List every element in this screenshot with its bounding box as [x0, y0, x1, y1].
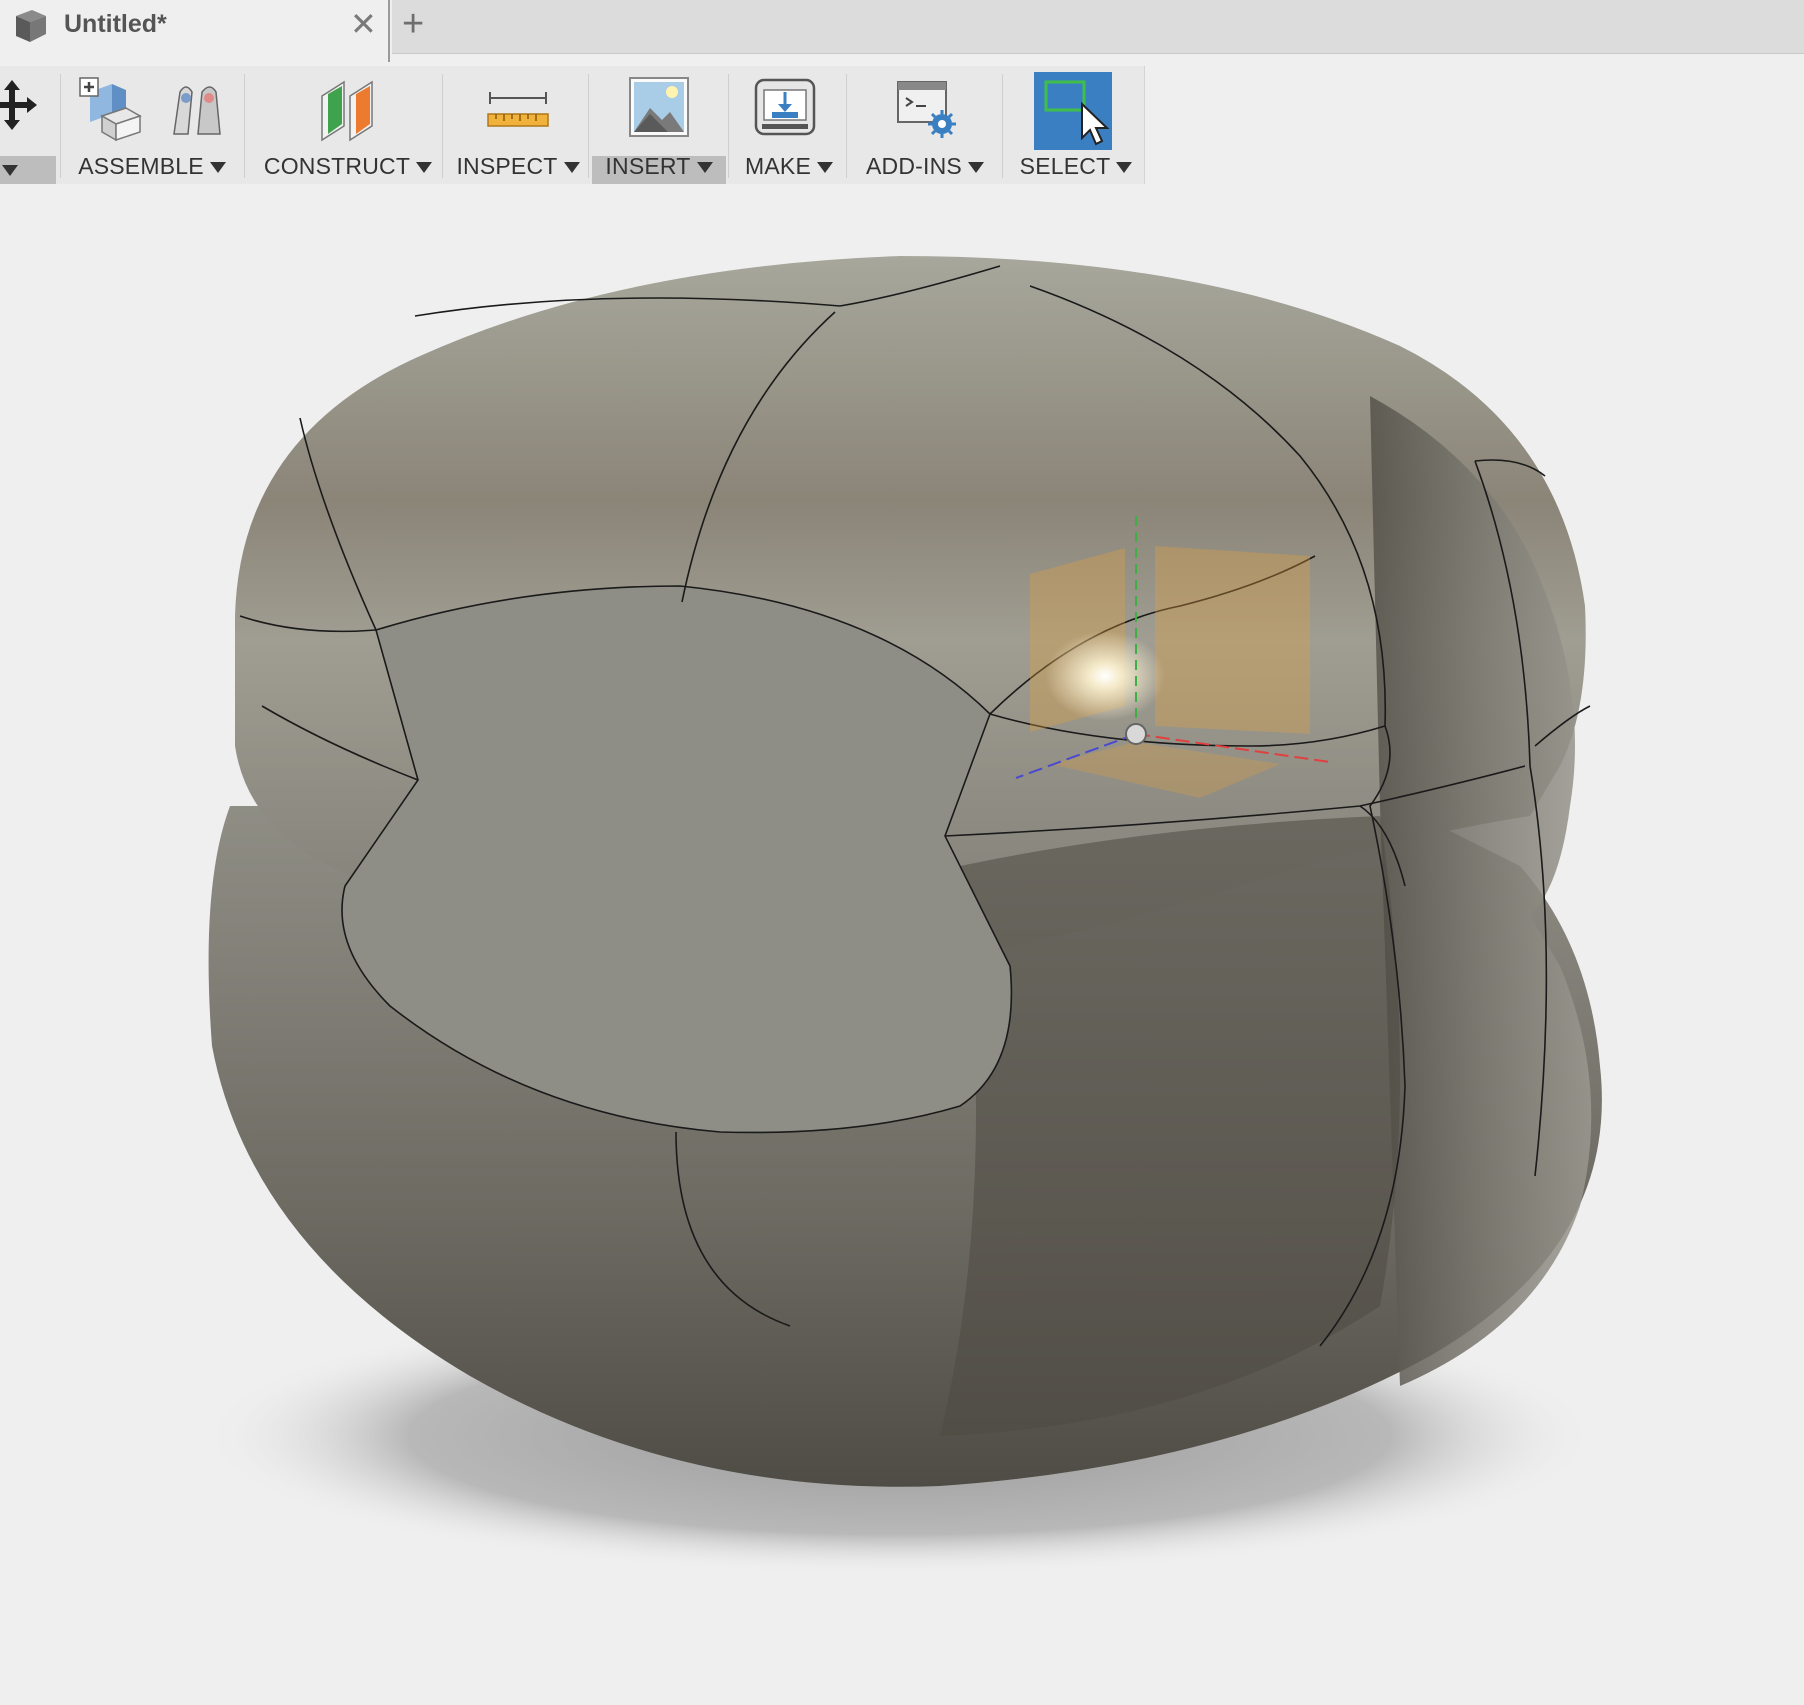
- document-title: Untitled*: [64, 10, 167, 38]
- canvas-viewport[interactable]: [0, 186, 1804, 1700]
- gizmo-plane-xy[interactable]: [1155, 546, 1310, 734]
- select-window-icon: [1034, 72, 1112, 150]
- divider: [846, 74, 847, 178]
- construct-plane-icon: [314, 76, 382, 147]
- toolbar-group-insert[interactable]: INSERT: [592, 66, 726, 184]
- tab-bar: Untitled* ✕ +: [0, 0, 1804, 62]
- model-render: [200, 256, 1602, 1576]
- move-dropdown-arrow-icon[interactable]: [2, 165, 18, 176]
- toolbar-group-select[interactable]: SELECT: [1012, 66, 1140, 184]
- group-label-inspect: INSPECT: [448, 153, 588, 180]
- new-tab-button[interactable]: +: [402, 2, 424, 46]
- divider: [588, 74, 589, 178]
- specular-highlight: [1045, 631, 1165, 721]
- group-label-assemble: ASSEMBLE: [64, 153, 240, 180]
- toolbar-group-assemble[interactable]: ASSEMBLE: [64, 66, 240, 184]
- measure-ruler-icon: [486, 88, 550, 137]
- divider: [244, 74, 245, 178]
- new-component-icon: [76, 76, 142, 147]
- divider: [60, 74, 61, 178]
- move-icon: [0, 76, 44, 143]
- group-label-insert: INSERT: [592, 153, 726, 180]
- insert-image-icon: [628, 76, 690, 143]
- toolbar-group-add-ins[interactable]: ADD-INS: [850, 66, 1000, 184]
- scripts-addins-icon: [896, 80, 960, 145]
- toolbar-group-make[interactable]: MAKE: [732, 66, 846, 184]
- divider: [442, 74, 443, 178]
- close-tab-icon[interactable]: ✕: [350, 8, 377, 40]
- group-label-construct: CONSTRUCT: [250, 153, 446, 180]
- group-label-select: SELECT: [1012, 153, 1140, 180]
- group-label-make: MAKE: [732, 153, 846, 180]
- joint-icon: [164, 76, 228, 147]
- toolbar-group-move[interactable]: [0, 66, 58, 184]
- 3d-print-icon: [754, 78, 816, 143]
- toolbar-group-inspect[interactable]: INSPECT: [448, 66, 588, 184]
- document-tab[interactable]: Untitled* ✕: [0, 0, 390, 62]
- ribbon-toolbar: ASSEMBLE CONSTRUCT INSPECT INSERT MAKE A…: [0, 66, 1145, 184]
- divider: [1002, 74, 1003, 178]
- gizmo-origin-handle[interactable]: [1125, 723, 1147, 745]
- tab-bar-background: [392, 0, 1804, 54]
- group-label-add-ins: ADD-INS: [850, 153, 1000, 180]
- divider: [728, 74, 729, 178]
- toolbar-group-construct[interactable]: CONSTRUCT: [250, 66, 446, 184]
- document-cube-icon: [8, 6, 50, 53]
